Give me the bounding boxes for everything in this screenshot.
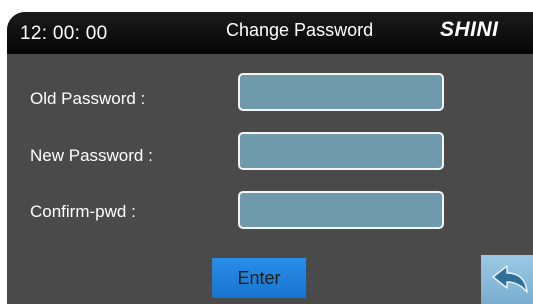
enter-button[interactable]: Enter bbox=[212, 258, 306, 298]
header-bar: 12: 00: 00 Change Password SHINI bbox=[7, 12, 533, 54]
confirm-password-field[interactable] bbox=[238, 191, 444, 229]
old-password-field[interactable] bbox=[238, 73, 444, 111]
back-arrow-icon bbox=[492, 265, 528, 293]
back-button[interactable] bbox=[481, 255, 533, 304]
confirm-password-label: Confirm-pwd : bbox=[30, 202, 136, 221]
new-password-label: New Password : bbox=[30, 146, 153, 165]
hmi-screen: 12: 00: 00 Change Password SHINI Old Pas… bbox=[0, 0, 533, 304]
new-password-field[interactable] bbox=[238, 132, 444, 170]
change-password-panel: 12: 00: 00 Change Password SHINI Old Pas… bbox=[7, 12, 533, 304]
old-password-label: Old Password : bbox=[30, 89, 146, 108]
page-title: Change Password bbox=[226, 20, 374, 40]
brand-logo: SHINI bbox=[440, 18, 499, 41]
clock-display: 12: 00: 00 bbox=[20, 23, 108, 44]
